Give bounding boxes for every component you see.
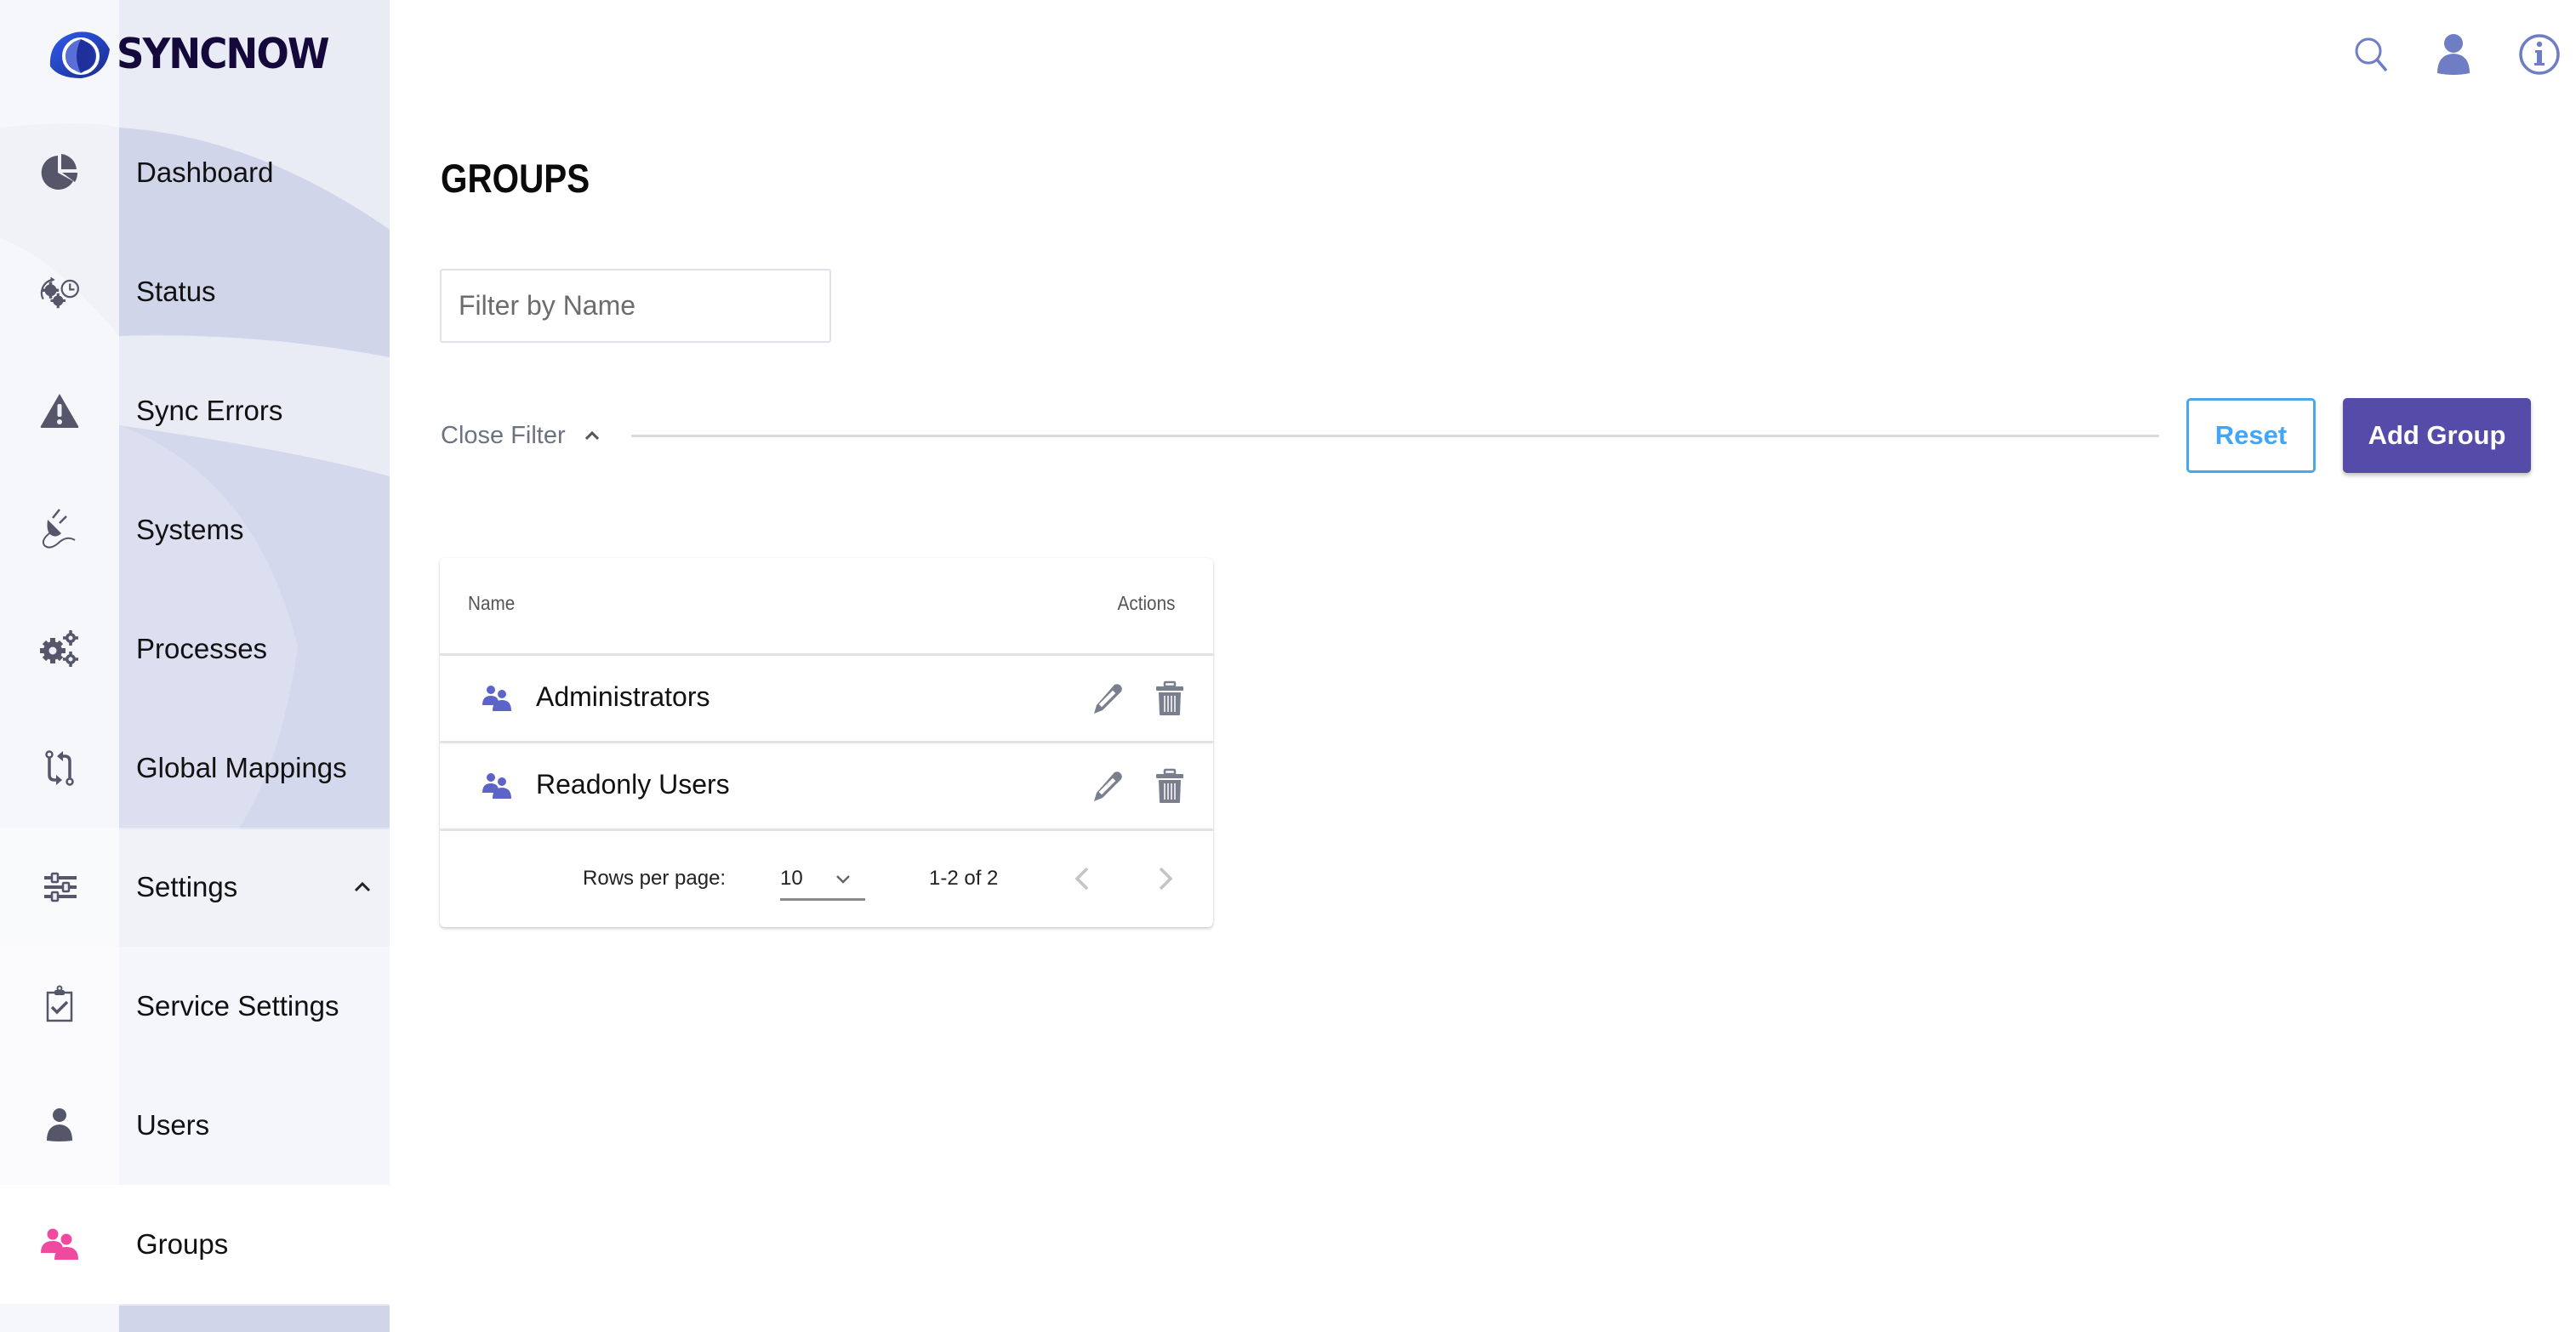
search-button[interactable] — [2348, 31, 2396, 78]
sidebar-item-settings[interactable]: Settings — [0, 828, 390, 947]
pie-chart-icon — [41, 154, 78, 190]
column-header-actions: Actions — [1117, 592, 1175, 614]
sidebar-item-label: Settings — [136, 871, 238, 902]
sidebar-item-groups[interactable]: Groups — [0, 1185, 390, 1304]
group-icon — [482, 773, 511, 799]
user-profile-button[interactable] — [2430, 31, 2477, 78]
page-title: GROUPS — [441, 156, 590, 201]
close-filter-label: Close Filter — [441, 421, 566, 449]
table-header: Name Actions — [440, 558, 1213, 656]
info-icon — [2519, 34, 2560, 75]
sidebar-item-label: Status — [136, 276, 216, 307]
chevron-down-icon — [836, 875, 850, 884]
edit-pencil-icon[interactable] — [1089, 680, 1126, 717]
previous-page-icon[interactable] — [1067, 862, 1097, 896]
user-icon — [2437, 34, 2470, 75]
warning-icon — [40, 394, 79, 428]
brand-name: SYNCNOW — [117, 29, 330, 78]
column-header-name[interactable]: Name — [468, 592, 515, 615]
sidebar-item-label: Processes — [136, 633, 268, 664]
delete-trash-icon[interactable] — [1151, 680, 1188, 717]
search-icon — [2355, 37, 2388, 72]
filter-divider — [631, 435, 2159, 437]
gears-clock-icon — [40, 276, 79, 309]
chevron-up-icon[interactable] — [350, 875, 374, 899]
sidebar-item-status[interactable]: Status — [0, 232, 390, 351]
sidebar-item-label: Systems — [136, 514, 244, 545]
groups-table: Name Actions Administrators Readonly Use… — [440, 558, 1213, 927]
sync-arrows-icon — [45, 750, 74, 786]
sidebar-item-systems[interactable]: Systems — [0, 470, 390, 589]
plug-icon — [42, 509, 76, 549]
reset-button[interactable]: Reset — [2186, 398, 2316, 473]
add-group-button[interactable]: Add Group — [2343, 398, 2531, 473]
pagination-range: 1-2 of 2 — [929, 867, 999, 890]
group-icon — [482, 686, 511, 711]
sliders-icon — [44, 872, 77, 902]
group-name: Administrators — [536, 681, 710, 712]
sidebar: SYNCNOW Dashboard Status Sync Errors Sys… — [0, 0, 390, 1332]
sidebar-item-label: Users — [136, 1109, 210, 1141]
sidebar-item-global-mappings[interactable]: Global Mappings — [0, 709, 390, 828]
table-row[interactable]: Readonly Users — [440, 743, 1213, 831]
sidebar-item-label: Global Mappings — [136, 752, 347, 783]
sidebar-item-service-settings[interactable]: Service Settings — [0, 947, 390, 1066]
sidebar-item-users[interactable]: Users — [0, 1066, 390, 1185]
close-filter-toggle[interactable]: Close Filter — [441, 417, 603, 454]
clipboard-check-icon — [46, 985, 73, 1022]
group-name: Readonly Users — [536, 769, 730, 800]
table-row[interactable]: Administrators — [440, 656, 1213, 743]
sidebar-nav: Dashboard Status Sync Errors Systems Pro… — [0, 113, 390, 1304]
info-button[interactable] — [2516, 31, 2563, 78]
sidebar-item-label: Sync Errors — [136, 395, 283, 426]
filter-by-name-input[interactable] — [440, 269, 831, 343]
logo[interactable]: SYNCNOW — [47, 24, 346, 83]
cogs-icon — [40, 630, 78, 667]
sidebar-item-processes[interactable]: Processes — [0, 589, 390, 709]
sidebar-item-label: Groups — [136, 1228, 229, 1260]
sidebar-item-sync-errors[interactable]: Sync Errors — [0, 351, 390, 470]
logo-mark-icon — [49, 31, 110, 78]
user-icon — [47, 1108, 72, 1141]
rows-per-page-value: 10 — [780, 867, 803, 890]
delete-trash-icon[interactable] — [1151, 767, 1188, 805]
sidebar-item-label: Service Settings — [136, 990, 339, 1022]
rows-per-page-select[interactable]: 10 — [780, 857, 865, 901]
table-pagination: Rows per page: 10 1-2 of 2 — [440, 831, 1213, 930]
sidebar-item-label: Dashboard — [136, 157, 274, 188]
rows-per-page-label: Rows per page: — [583, 867, 727, 890]
chevron-up-icon — [584, 430, 599, 441]
sidebar-item-dashboard[interactable]: Dashboard — [0, 113, 390, 232]
users-icon — [41, 1228, 78, 1260]
edit-pencil-icon[interactable] — [1089, 767, 1126, 805]
next-page-icon[interactable] — [1150, 862, 1181, 896]
